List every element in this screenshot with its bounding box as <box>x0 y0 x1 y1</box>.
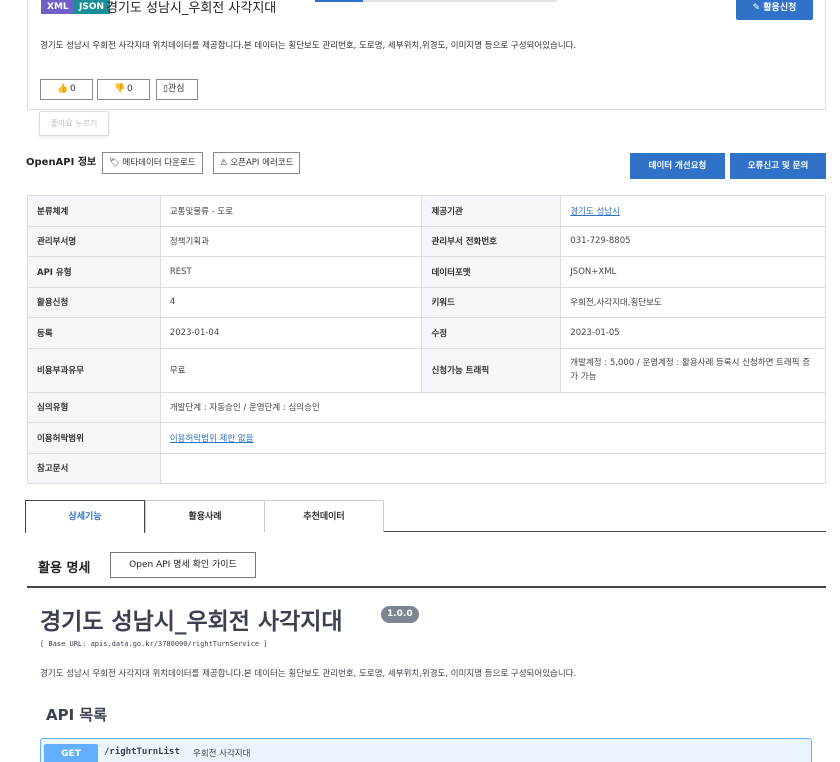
http-method-badge: GET <box>44 744 98 762</box>
keyword-header: 키워드 <box>421 286 562 318</box>
error-code-button[interactable]: ⚠ 오픈API 에러코드 <box>213 152 301 174</box>
bookmark-button[interactable]: ▯관심 <box>156 79 198 100</box>
table-row: 심의유형 개발단계 : 자동승인 / 운영단계 : 심의승인 <box>27 391 827 423</box>
dataset-description: 경기도 성남시 우회전 사각지대 위치데이터를 제공합니다.본 데이터는 횡단보… <box>40 41 577 51</box>
dislike-button[interactable]: 👎 0 <box>97 79 150 100</box>
operation-path: /rightTurnList <box>104 747 180 757</box>
traffic-header: 신청가능 트래픽 <box>421 347 562 393</box>
table-row: 비용부과유무 무료 신청가능 트래픽 개발계정 : 5,000 / 운영계정 :… <box>27 347 826 393</box>
title-tab-strip <box>315 0 557 2</box>
improve-request-button[interactable]: 데이터 개선요청 <box>630 153 725 179</box>
apply-button-label: 활용신청 <box>763 3 797 13</box>
cost-value: 무료 <box>159 347 423 393</box>
table-row: API 유형 REST 데이터포맷 JSON+XML <box>27 256 826 288</box>
provider-link[interactable]: 경기도 성남시 <box>570 207 620 217</box>
pencil-icon: ✎ <box>752 3 761 13</box>
dataset-summary-card: XML JSON 경기도 성남시_우회전 사각지대 ✎ 활용신청 경기도 성남시… <box>27 0 826 110</box>
tab-use-cases[interactable]: 활용사례 <box>145 500 265 532</box>
table-row: 활용신청 4 키워드 우회전,사각지대,횡단보도 <box>27 286 826 318</box>
table-row: 이용허락범위 이용허락범위 제한 없음 <box>27 422 827 454</box>
apply-count-header: 활용신청 <box>27 286 161 318</box>
warning-icon: ⚠ <box>220 158 228 168</box>
swagger-description: 경기도 성남시 우회전 사각지대 위치데이터를 제공합니다.본 데이터는 횡단보… <box>40 669 577 679</box>
traffic-value: 개발계정 : 5,000 / 운영계정 : 활용사례 등록시 신청하면 트래픽 … <box>560 347 826 393</box>
tab-detail-features[interactable]: 상세기능 <box>25 500 145 533</box>
like-count: 0 <box>70 84 76 94</box>
detail-tabs: 상세기능 활용사례 추천데이터 <box>25 500 826 533</box>
divider <box>27 586 826 588</box>
table-row: 관리부서명 정책기획과 관리부서 전화번호 031-729-8805 <box>27 225 826 257</box>
license-header: 이용허락범위 <box>27 422 161 454</box>
api-type-value: REST <box>159 256 423 288</box>
keyword-value: 우회전,사각지대,횡단보도 <box>560 286 826 318</box>
phone-value: 031-729-8805 <box>560 225 826 257</box>
swagger-title: 경기도 성남시_우회전 사각지대 <box>40 609 343 635</box>
modified-header: 수정 <box>421 317 562 349</box>
tag-icon: 🏷 <box>109 158 120 168</box>
metadata-download-button[interactable]: 🏷 메타데이터 다운로드 <box>102 152 203 174</box>
api-type-header: API 유형 <box>27 256 161 288</box>
like-button[interactable]: 👍 0 <box>40 79 93 100</box>
format-header: 데이터포맷 <box>421 256 562 288</box>
registered-value: 2023-01-04 <box>159 317 423 349</box>
operation-row[interactable]: GET /rightTurnList 우회전 사각지대 <box>40 738 812 762</box>
apply-count-value: 4 <box>159 286 423 318</box>
bookmark-label: 관심 <box>167 84 185 94</box>
dataset-title: 경기도 성남시_우회전 사각지대 <box>106 1 277 16</box>
review-type-header: 심의유형 <box>27 391 161 423</box>
version-badge: 1.0.0 <box>381 606 419 623</box>
registered-header: 등록 <box>27 317 161 349</box>
license-link[interactable]: 이용허락범위 제한 없음 <box>170 434 254 444</box>
base-url: [ Base URL: apis.data.go.kr/3780000/righ… <box>40 640 268 648</box>
openapi-info-label: OpenAPI 정보 <box>26 157 97 168</box>
operation-summary: 우회전 사각지대 <box>193 749 251 759</box>
reference-doc-value <box>159 452 827 484</box>
xml-badge: XML <box>41 0 75 14</box>
phone-header: 관리부서 전화번호 <box>421 225 562 257</box>
apply-button[interactable]: ✎ 활용신청 <box>736 0 813 20</box>
category-value: 교통및물류 - 도로 <box>159 195 423 227</box>
like-tooltip: 좋아요 누르기 <box>39 111 109 136</box>
tab-recommended-data[interactable]: 추천데이터 <box>264 500 384 532</box>
format-value: JSON+XML <box>560 256 826 288</box>
openapi-info-table: 분류체계 교통및물류 - 도로 제공기관 경기도 성남시 관리부서명 정책기획과… <box>27 195 827 484</box>
provider-header: 제공기관 <box>421 195 562 227</box>
metadata-download-label: 메타데이터 다운로드 <box>122 158 196 168</box>
api-list-title: API 목록 <box>46 706 108 724</box>
table-row: 등록 2023-01-04 수정 2023-01-05 <box>27 317 826 349</box>
json-badge: JSON <box>73 0 111 14</box>
dept-value: 정책기획과 <box>159 225 423 257</box>
dept-header: 관리부서명 <box>27 225 161 257</box>
cost-header: 비용부과유무 <box>27 347 161 393</box>
spec-guide-button[interactable]: Open API 명세 확인 가이드 <box>110 552 256 578</box>
title-tab-indicator <box>315 0 363 2</box>
dislike-count: 0 <box>127 84 133 94</box>
spec-section-title: 활용 명세 <box>38 561 91 576</box>
modified-value: 2023-01-05 <box>560 317 826 349</box>
review-type-value: 개발단계 : 자동승인 / 운영단계 : 심의승인 <box>159 391 827 423</box>
category-header: 분류체계 <box>27 195 161 227</box>
table-row: 분류체계 교통및물류 - 도로 제공기관 경기도 성남시 <box>27 195 826 227</box>
error-code-label: 오픈API 에러코드 <box>230 158 294 168</box>
table-row: 참고문서 <box>27 452 827 484</box>
reference-doc-header: 참고문서 <box>27 452 161 484</box>
thumbs-up-icon: 👍 <box>57 84 69 94</box>
thumbs-down-icon: 👎 <box>114 84 126 94</box>
report-button[interactable]: 오류신고 및 문의 <box>730 153 826 179</box>
